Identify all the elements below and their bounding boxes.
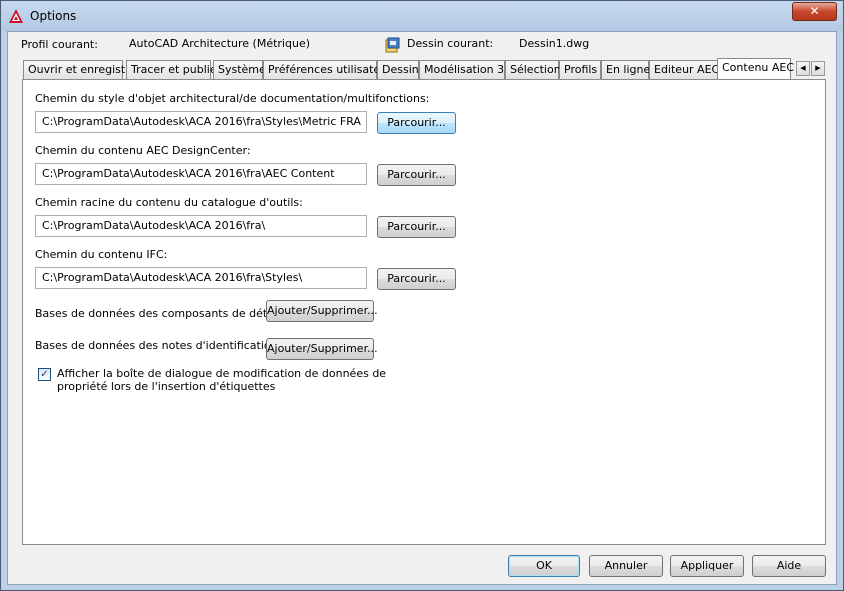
designcenter-path-label: Chemin du contenu AEC DesignCenter:	[35, 144, 251, 157]
options-dialog: Options ✕ Profil courant: AutoCAD Archit…	[0, 0, 844, 591]
tab-preferences-utilisateur[interactable]: Préférences utilisateur	[263, 60, 392, 79]
tab-editeur-aec[interactable]: Editeur AEC	[649, 60, 719, 79]
tab-scroll-right-icon[interactable]: ▶	[811, 61, 825, 76]
ifc-path-label: Chemin du contenu IFC:	[35, 248, 168, 261]
current-profile-label: Profil courant:	[21, 38, 98, 51]
keynote-db-label: Bases de données des notes d'identificat…	[35, 339, 282, 352]
ifc-browse-button[interactable]: Parcourir...	[377, 268, 456, 290]
catalog-path-field[interactable]: C:\ProgramData\Autodesk\ACA 2016\fra\	[35, 215, 367, 237]
ifc-path-field[interactable]: C:\ProgramData\Autodesk\ACA 2016\fra\Sty…	[35, 267, 367, 289]
tab-contenu-aec[interactable]: Contenu AEC	[717, 58, 794, 79]
tab-modelisation-3d[interactable]: Modélisation 3D	[419, 60, 513, 79]
window-title: Options	[30, 9, 77, 23]
checkbox-label-line1: Afficher la boîte de dialogue de modific…	[57, 367, 387, 380]
dialog-client: Profil courant: AutoCAD Architecture (Mé…	[7, 31, 837, 585]
tab-systeme[interactable]: Système	[213, 60, 266, 79]
close-button[interactable]: ✕	[792, 2, 837, 21]
show-property-data-checkbox[interactable]: ✓	[38, 368, 51, 381]
detail-db-add-remove-button[interactable]: Ajouter/Supprimer...	[266, 300, 378, 322]
title-bar[interactable]: Options ✕	[1, 1, 843, 31]
style-path-field[interactable]: C:\ProgramData\Autodesk\ACA 2016\fra\Sty…	[35, 111, 367, 133]
apply-button[interactable]: Appliquer	[670, 555, 744, 577]
catalog-path-label: Chemin racine du contenu du catalogue d'…	[35, 196, 303, 209]
tab-dessin[interactable]: Dessin	[377, 60, 419, 79]
cancel-button[interactable]: Annuler	[589, 555, 663, 577]
tab-ouvrir-enregistrer[interactable]: Ouvrir et enregistrer	[23, 60, 141, 79]
tab-tracer-publier[interactable]: Tracer et publier	[126, 60, 221, 79]
tab-scroll-left-icon[interactable]: ◀	[796, 61, 810, 76]
designcenter-browse-button[interactable]: Parcourir...	[377, 164, 456, 186]
keynote-db-add-remove-button[interactable]: Ajouter/Supprimer...	[266, 338, 378, 360]
current-drawing-value: Dessin1.dwg	[519, 37, 590, 50]
contenu-aec-panel: Chemin du style d'objet architectural/de…	[22, 79, 826, 545]
autocad-logo-icon	[9, 9, 23, 23]
designcenter-path-field[interactable]: C:\ProgramData\Autodesk\ACA 2016\fra\AEC…	[35, 163, 367, 185]
tab-en-ligne[interactable]: En ligne	[601, 60, 650, 79]
ok-button[interactable]: OK	[508, 555, 580, 577]
current-drawing-label: Dessin courant:	[407, 37, 494, 50]
help-button[interactable]: Aide	[752, 555, 826, 577]
tab-selection[interactable]: Sélection	[505, 60, 561, 79]
tab-profils[interactable]: Profils	[559, 60, 601, 79]
style-browse-button[interactable]: Parcourir...	[377, 112, 456, 134]
detail-db-label: Bases de données des composants de détai…	[35, 307, 284, 320]
catalog-browse-button[interactable]: Parcourir...	[377, 216, 456, 238]
checkbox-label-line2: propriété lors de l'insertion d'étiquett…	[57, 380, 276, 393]
drawing-file-icon	[385, 37, 400, 53]
current-profile-value: AutoCAD Architecture (Métrique)	[129, 37, 311, 50]
style-path-label: Chemin du style d'objet architectural/de…	[35, 92, 430, 105]
